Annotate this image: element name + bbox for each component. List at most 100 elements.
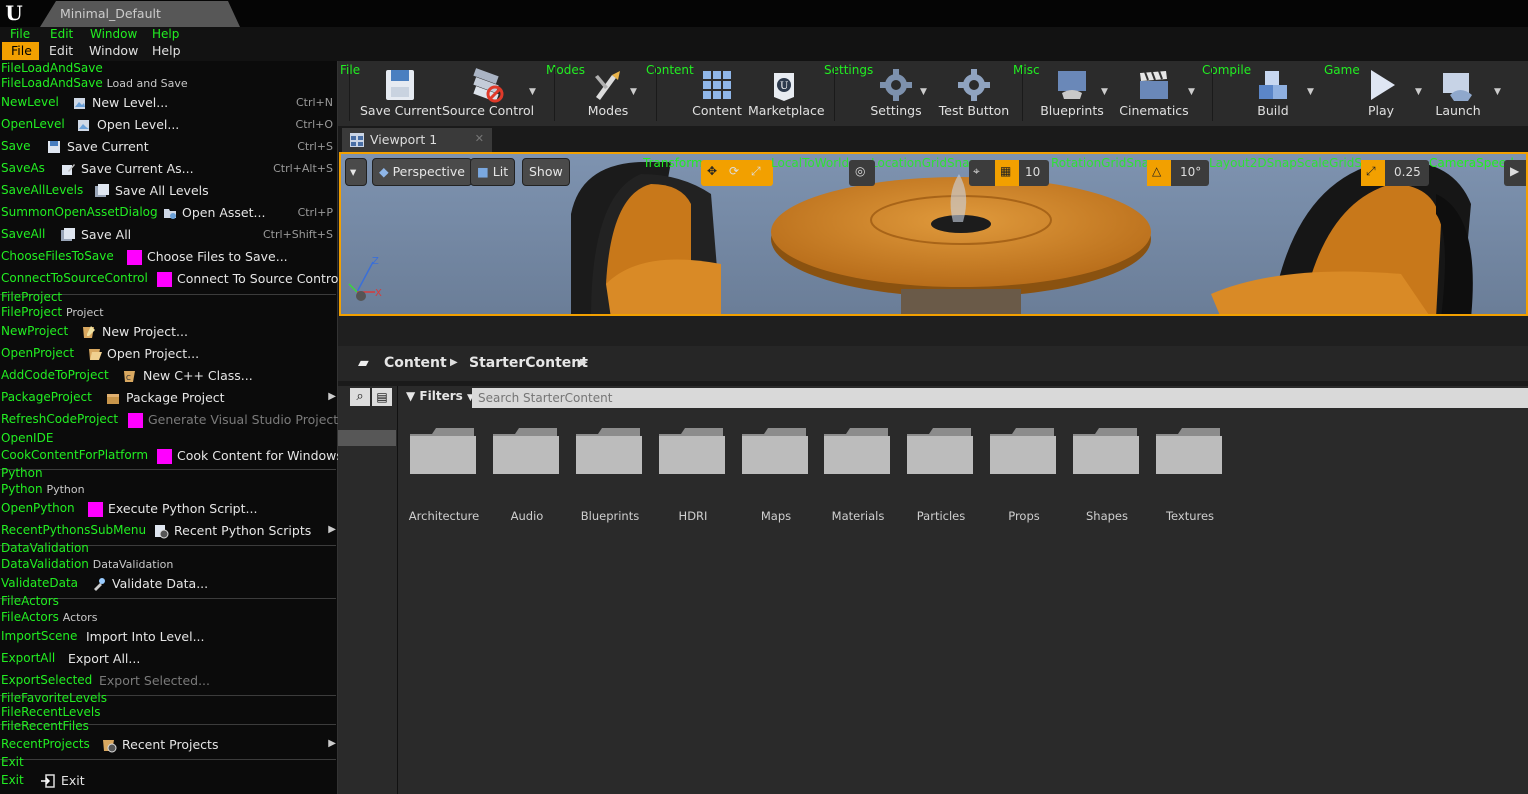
breadcrumb-arrow-icon[interactable]: ▶ — [450, 357, 458, 368]
marketplace-button[interactable]: U Marketplace — [748, 64, 825, 124]
content-button[interactable]: Content — [682, 64, 752, 124]
menu-item-save-as[interactable]: SaveAs Save Current As... Ctrl+Alt+S — [0, 158, 338, 180]
menu-item-new-level[interactable]: NewLevel New Level... Ctrl+N — [0, 92, 338, 114]
missing-texture-icon — [88, 502, 103, 517]
blueprints-dropdown-icon[interactable]: ▼ — [1101, 87, 1108, 97]
menu-item-validate-data[interactable]: ValidateData Validate Data... — [0, 573, 338, 595]
surface-snap-icon[interactable]: ⌖ — [973, 164, 980, 179]
open-asset-icon — [164, 209, 176, 219]
test-button[interactable]: Test Button — [936, 64, 1012, 124]
modes-dropdown-icon[interactable]: ▼ — [630, 87, 637, 97]
menu-item-recent-python[interactable]: RecentPythonsSubMenu Recent Python Scrip… — [0, 520, 338, 542]
menu-edit[interactable]: Edit — [43, 42, 79, 60]
debug-menu-ids: File Edit Window Help — [0, 27, 1528, 41]
scale-snap-group: ⤢ 0.25 — [1361, 160, 1429, 186]
menu-item-save-all[interactable]: SaveAll Save All Ctrl+Shift+S — [0, 224, 338, 246]
list-view-icon[interactable]: ▤ — [372, 388, 392, 406]
scale-snap-toggle[interactable]: ⤢ — [1361, 160, 1385, 186]
toolbar-section-label: File — [340, 63, 361, 77]
button-label: Test Button — [938, 103, 1010, 118]
filters-button[interactable]: ▼ Filters ▼ — [406, 389, 474, 407]
menu-help[interactable]: Help — [146, 42, 187, 60]
menu-item-refresh-code-project[interactable]: RefreshCodeProject Generate Visual Studi… — [0, 409, 338, 431]
folder-tile[interactable]: Shapes — [1063, 422, 1143, 523]
cinematics-dropdown-icon[interactable]: ▼ — [1188, 87, 1195, 97]
source-control-dropdown-icon[interactable]: ▼ — [529, 87, 536, 97]
search-input[interactable] — [472, 388, 1528, 408]
breadcrumb-content[interactable]: Content — [384, 355, 447, 371]
grid-snap-value[interactable]: 10 — [1025, 165, 1040, 179]
menu-item-recent-levels[interactable]: FileRecentLevels — [1, 705, 100, 719]
folder-tile[interactable]: Materials — [814, 422, 894, 523]
menu-item-open-project[interactable]: OpenProject Open Project... — [0, 343, 338, 365]
settings-dropdown-icon[interactable]: ▼ — [920, 87, 927, 97]
folder-tile[interactable]: Architecture — [400, 422, 480, 523]
cinematics-button[interactable]: Cinematics — [1114, 64, 1194, 124]
rotation-snap-value[interactable]: 10° — [1180, 165, 1201, 179]
search-icon[interactable]: ⌕ — [350, 388, 370, 406]
folder-tile[interactable]: HDRI — [649, 422, 729, 523]
new-level-icon — [74, 98, 85, 109]
perspective-button[interactable]: ◆ Perspective — [372, 158, 472, 186]
menu-item-open-asset[interactable]: SummonOpenAssetDialog Open Asset... Ctrl… — [0, 202, 338, 224]
rotation-snap-toggle[interactable]: △ — [1147, 160, 1171, 186]
rotate-tool-icon[interactable]: ⟳ — [729, 164, 739, 178]
scale-tool-icon[interactable]: ⤢ — [751, 164, 761, 179]
folder-tile[interactable]: Blueprints — [566, 422, 646, 523]
folder-icon — [990, 428, 1056, 474]
menu-item-execute-python[interactable]: OpenPython Execute Python Script... — [0, 498, 338, 520]
menu-window[interactable]: Window — [83, 42, 144, 60]
menu-file[interactable]: File — [2, 42, 39, 60]
folder-tile[interactable]: Particles — [897, 422, 977, 523]
menu-item-favorite-levels[interactable]: FileFavoriteLevels — [1, 691, 107, 705]
viewport-options-button[interactable]: ▾ — [345, 158, 367, 186]
world-local-toggle[interactable]: ◎ — [849, 160, 875, 186]
grid-snap-toggle[interactable]: ▦ — [995, 160, 1019, 186]
camera-speed-button[interactable]: ▶ — [1504, 160, 1526, 186]
lit-button[interactable]: ■ Lit — [470, 158, 516, 186]
menu-item-save-all-levels[interactable]: SaveAllLevels Save All Levels — [0, 180, 338, 202]
show-button[interactable]: Show — [522, 158, 570, 186]
filters-label: Filters — [419, 389, 463, 403]
menu-item-cook-content[interactable]: CookContentForPlatform Cook Content for … — [0, 445, 343, 467]
menu-item-new-project[interactable]: NewProject New Project... — [0, 321, 338, 343]
menu-item-import-scene[interactable]: ImportScene Import Into Level... — [0, 626, 338, 648]
menu-item-open-level[interactable]: OpenLevel Open Level... Ctrl+O — [0, 114, 338, 136]
folder-open-icon[interactable]: ▰ — [358, 355, 369, 371]
folder-tile[interactable]: Textures — [1146, 422, 1226, 523]
play-dropdown-icon[interactable]: ▼ — [1415, 87, 1422, 97]
menu-item-package-project[interactable]: PackageProject Package Project ▶ — [0, 387, 338, 409]
level-viewport[interactable]: ▾ ◆ Perspective ■ Lit Show Transform ✥ ⟳… — [339, 152, 1528, 316]
sources-selected-row[interactable] — [338, 430, 396, 446]
save-current-button[interactable]: Save Current — [360, 64, 442, 124]
folder-tile[interactable]: Maps — [732, 422, 812, 523]
scale-snap-value[interactable]: 0.25 — [1394, 165, 1421, 179]
viewport-tab[interactable]: Viewport 1 ✕ — [342, 128, 492, 152]
build-button[interactable]: Build — [1238, 64, 1308, 124]
toolbar-separator — [1022, 67, 1023, 121]
menu-item-recent-files[interactable]: FileRecentFiles — [1, 719, 89, 733]
menu-item-export-all[interactable]: ExportAll Export All... — [0, 648, 338, 670]
folder-tile[interactable]: Props — [980, 422, 1060, 523]
folder-tile[interactable]: Audio — [483, 422, 563, 523]
build-dropdown-icon[interactable]: ▼ — [1307, 87, 1314, 97]
play-button[interactable]: Play — [1346, 64, 1416, 124]
menu-item-new-cpp-class[interactable]: AddCodeToProject C New C++ Class... — [0, 365, 338, 387]
launch-dropdown-icon[interactable]: ▼ — [1494, 87, 1501, 97]
unreal-logo-icon[interactable]: U — [2, 1, 26, 25]
menu-item-exit[interactable]: Exit Exit — [0, 770, 338, 792]
source-control-button[interactable]: Source Control — [442, 64, 534, 124]
launch-button[interactable]: Launch — [1425, 64, 1491, 124]
menu-item-recent-projects[interactable]: RecentProjects Recent Projects ▶ — [0, 734, 338, 756]
section-id: FileProject — [1, 290, 63, 304]
menu-item-export-selected[interactable]: ExportSelected Export Selected... — [0, 670, 338, 692]
blueprints-button[interactable]: Blueprints — [1032, 64, 1112, 124]
menu-item-save[interactable]: Save Save Current Ctrl+S — [0, 136, 338, 158]
move-tool-icon[interactable]: ✥ — [707, 164, 717, 178]
breadcrumb-arrow-icon[interactable]: ▶ — [580, 357, 588, 368]
menu-item-connect-source-control[interactable]: ConnectToSourceControl Connect To Source… — [0, 268, 354, 290]
document-tab[interactable]: Minimal_Default — [40, 1, 240, 27]
close-icon[interactable]: ✕ — [475, 132, 484, 145]
breadcrumb-starter-content[interactable]: StarterContent — [469, 355, 588, 371]
menu-item-choose-files-to-save[interactable]: ChooseFilesToSave Choose Files to Save..… — [0, 246, 338, 268]
